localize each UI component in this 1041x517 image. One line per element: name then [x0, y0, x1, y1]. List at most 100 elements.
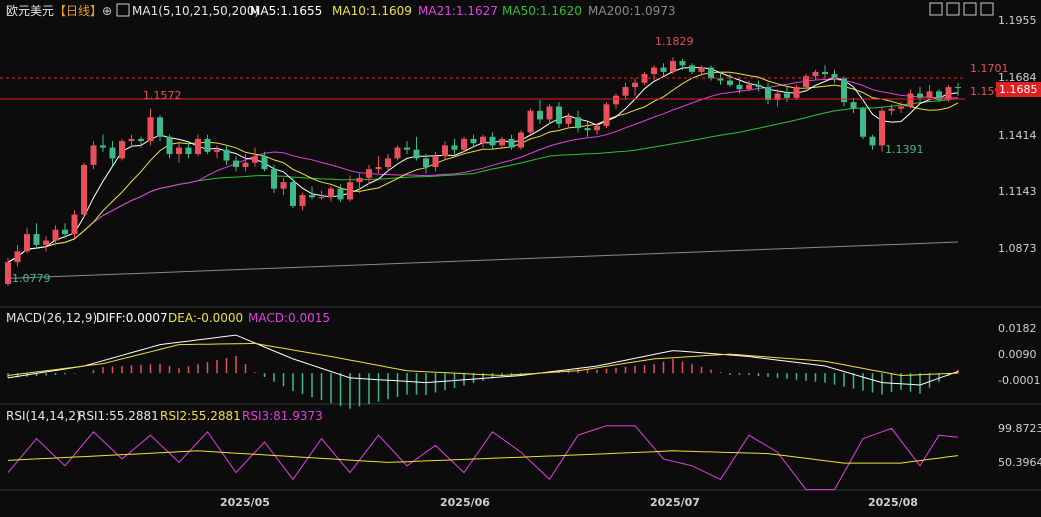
rsi-name: RSI(14,14,2): [6, 409, 81, 423]
candle-body: [727, 80, 733, 85]
candle-body: [451, 145, 458, 150]
ma50-label: MA50:1.1620: [502, 4, 582, 18]
candle-body: [698, 67, 705, 72]
candle-body: [290, 182, 296, 206]
candle-body: [81, 164, 87, 215]
candle-body: [62, 229, 68, 235]
candle-body: [71, 214, 78, 235]
chart-root: 欧元美元 【日线】 ⊕ MA1(5,10,21,50,200) MA5:1.16…: [0, 0, 1041, 513]
mid-high-annotation: 1.1572: [143, 89, 182, 102]
candle-body: [252, 156, 258, 163]
candle-body: [746, 84, 752, 90]
candle-body: [556, 106, 562, 124]
low-annotation: 1.0779: [12, 272, 51, 285]
candle-body: [584, 128, 591, 131]
candle-body: [166, 136, 173, 155]
candle-body: [679, 61, 686, 66]
candle-body: [394, 147, 401, 159]
candle-body: [888, 108, 895, 111]
chart-header: 欧元美元 【日线】 ⊕ MA1(5,10,21,50,200) MA5:1.16…: [6, 3, 676, 18]
candle-body: [565, 117, 572, 124]
candle-body: [717, 78, 724, 81]
grid-icon[interactable]: [946, 2, 960, 16]
recent-low-annotation: 1.1391: [885, 143, 924, 156]
macd-dea-label: DEA:-0.0000: [168, 311, 243, 325]
rsi1-line: [7, 450, 959, 464]
candle-body: [356, 177, 363, 183]
target-icon[interactable]: ⊕: [102, 4, 112, 18]
macd-name: MACD(26,12,9): [6, 311, 97, 325]
macd-header: MACD(26,12,9) DIFF:0.0007 DEA:-0.0000 MA…: [6, 311, 330, 325]
macd-diff-label: DIFF:0.0007: [96, 311, 168, 325]
macd-value-label: MACD:0.0015: [248, 311, 330, 325]
candle-body: [784, 93, 790, 98]
candle-body: [850, 102, 857, 109]
candle-body: [5, 262, 11, 284]
rsi-tick: 50.3964: [998, 456, 1041, 469]
date-label: 2025/06: [440, 496, 490, 509]
candle-body: [603, 104, 610, 126]
candle-body: [546, 106, 553, 120]
maximize-icon[interactable]: [980, 2, 994, 16]
candle-body: [328, 188, 334, 198]
macd-tick: 0.0090: [998, 348, 1037, 361]
period-label[interactable]: 【日线】: [54, 4, 102, 18]
macd-tick: 0.0182: [998, 322, 1037, 335]
candle-body: [43, 240, 49, 245]
date-label: 2025/05: [220, 496, 270, 509]
candle-body: [242, 162, 249, 168]
candle-body: [945, 87, 952, 100]
candle-body: [375, 167, 382, 170]
candle-body: [736, 84, 743, 90]
candle-body: [366, 169, 372, 178]
price-tick: 1.1955: [998, 14, 1037, 27]
candle-body: [157, 117, 163, 137]
candle-body: [651, 67, 657, 75]
candle-body: [299, 195, 306, 206]
candle-body: [898, 106, 904, 109]
candle-body: [708, 67, 714, 79]
candle-body: [955, 87, 961, 89]
candle-body: [489, 136, 496, 146]
rsi1-label: RSI1:55.2881: [78, 409, 159, 423]
candle-body: [347, 182, 353, 200]
current-price-label: 1.1685: [999, 83, 1038, 96]
candle-body: [622, 87, 629, 96]
candle-body: [518, 132, 524, 148]
rsi-axis: 99.8723 50.3964: [998, 422, 1041, 469]
candle-body: [508, 138, 515, 148]
chart-icon[interactable]: [116, 3, 130, 17]
candle-body: [404, 147, 410, 150]
rsi2-label: RSI2:55.2881: [160, 409, 241, 423]
candle-body: [869, 136, 876, 146]
rsi3-line: [7, 425, 959, 491]
candle-body: [100, 145, 106, 148]
candle-body: [442, 145, 448, 157]
candle-body: [575, 117, 581, 129]
crosshair-icon[interactable]: [929, 2, 943, 16]
ma21-label: MA21:1.1627: [418, 4, 498, 18]
candle-body: [470, 138, 477, 144]
candle-body: [594, 125, 600, 131]
candle-body: [480, 136, 486, 144]
high-annotation: 1.1829: [655, 35, 694, 48]
candle-body: [812, 71, 819, 77]
candle-body: [24, 234, 30, 252]
macd-pane: [7, 334, 959, 409]
rsi-tick: 99.8723: [998, 422, 1041, 435]
candle-body: [432, 156, 439, 168]
ma-group-label: MA1(5,10,21,50,200): [132, 4, 259, 18]
candle-body: [860, 108, 866, 137]
candle-body: [138, 138, 144, 142]
candle-body: [385, 158, 391, 168]
kline-chart: 欧元美元 【日线】 ⊕ MA1(5,10,21,50,200) MA5:1.16…: [0, 2, 1041, 509]
macd-tick: -0.0001: [998, 374, 1040, 387]
ma5-label: MA5:1.1655: [250, 4, 322, 18]
candle-body: [917, 93, 923, 98]
candle-body: [14, 251, 21, 263]
zoom-icon[interactable]: [963, 2, 977, 16]
candle-body: [119, 141, 125, 159]
rsi-pane: [7, 425, 959, 491]
price-tick: 1.0873: [998, 242, 1037, 255]
candle-body: [185, 147, 192, 155]
